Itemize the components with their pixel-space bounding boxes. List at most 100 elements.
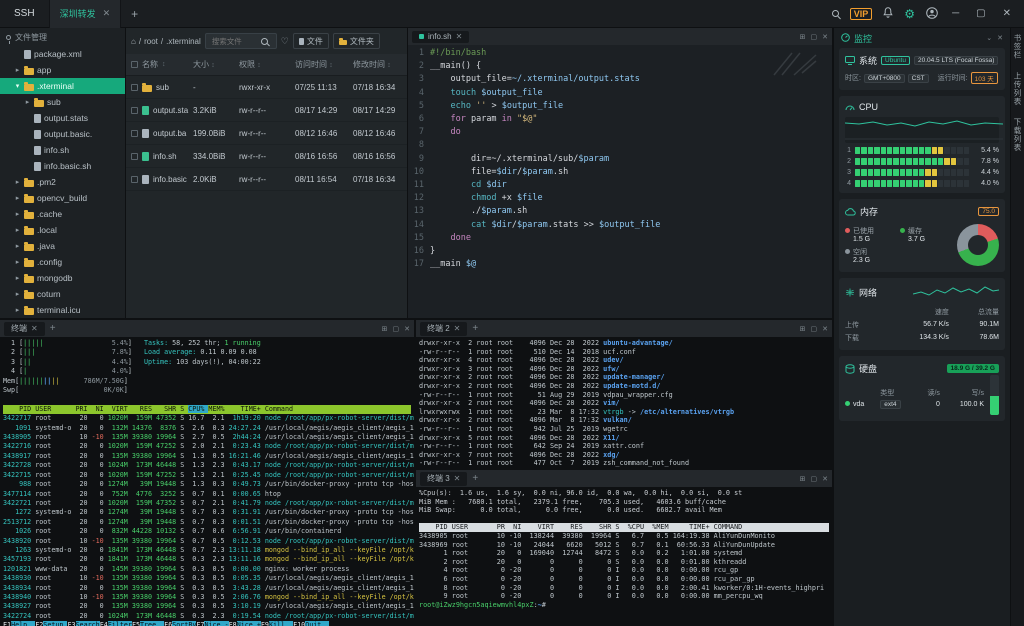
- side-tab-书签栏[interactable]: 书签栏: [1012, 34, 1023, 60]
- folder-icon: [24, 257, 34, 267]
- bell-icon[interactable]: [883, 7, 893, 20]
- tree-item-coturn[interactable]: ▸ coturn: [0, 286, 125, 302]
- user-avatar-icon[interactable]: [926, 6, 938, 21]
- breadcrumb-root[interactable]: root: [144, 37, 158, 46]
- close-panel-icon[interactable]: ✕: [404, 325, 410, 333]
- terminal-3-tab[interactable]: 终端 3 ✕: [420, 471, 468, 486]
- terminal-2-tab[interactable]: 终端 2 ✕: [420, 321, 468, 336]
- pin-icon[interactable]: [6, 34, 11, 44]
- gear-icon[interactable]: ⚙: [904, 8, 915, 20]
- sort-icon[interactable]: ↕: [162, 61, 166, 68]
- code-area[interactable]: #!/bin/bash __main() { output_file=~/.xte…: [430, 47, 832, 318]
- file-gray-icon: [142, 174, 149, 184]
- home-icon[interactable]: ⌂: [131, 37, 136, 46]
- new-terminal-button[interactable]: +: [472, 473, 478, 484]
- tree-item-.java[interactable]: ▸ .java: [0, 238, 125, 254]
- code-editor[interactable]: 1 2 3 4 5 6 7 8 9 10 11 12 13 14 15 16 17 #!/bin/bash __m…: [408, 45, 832, 318]
- close-tab-icon[interactable]: ✕: [454, 474, 461, 483]
- file-icon: [34, 161, 41, 171]
- fm-row-info.basic[interactable]: info.basic 2.0KiB rw-r--r-- 08/11 16:54 07/1…: [126, 168, 407, 191]
- file-tree-list[interactable]: package.xml ▸ app ▾ .xterminal ▸ sub output.sta…: [0, 46, 125, 318]
- maximize-panel-icon[interactable]: ▢: [811, 475, 818, 483]
- search-input[interactable]: [209, 35, 258, 47]
- sort-icon[interactable]: ↕: [257, 62, 261, 69]
- disk-usage-badge: 18.9 G / 39.2 G: [946, 364, 999, 373]
- tree-item-info.sh[interactable]: info.sh: [0, 142, 125, 158]
- tree-item-package.xml[interactable]: package.xml: [0, 46, 125, 62]
- close-tab-icon[interactable]: ✕: [103, 8, 111, 19]
- tree-item-.xterminal[interactable]: ▾ .xterminal: [0, 78, 125, 94]
- new-session-button[interactable]: +: [121, 7, 148, 21]
- tree-item-opencv_build[interactable]: ▸ opencv_build: [0, 190, 125, 206]
- titlebar: SSH 深圳转发 ✕ + VIP ⚙ ─ ▢ ✕: [0, 0, 1024, 28]
- split-icon[interactable]: ⊞: [382, 325, 388, 333]
- maximize-panel-icon[interactable]: ▢: [811, 325, 818, 333]
- minimize-button[interactable]: ─: [949, 8, 962, 19]
- split-icon[interactable]: ⊞: [800, 33, 806, 41]
- tree-item-.cache[interactable]: ▸ .cache: [0, 206, 125, 222]
- sort-icon[interactable]: ↕: [387, 62, 391, 69]
- select-all-checkbox[interactable]: [131, 61, 138, 68]
- system-icon: [845, 56, 855, 65]
- tree-item-mongodb[interactable]: ▸ mongodb: [0, 270, 125, 286]
- new-terminal-button[interactable]: +: [50, 323, 56, 334]
- fm-row-sub[interactable]: sub - rwxr-xr-x 07/25 11:13 07/18 16:34: [126, 76, 407, 99]
- cpu-history-chart: [844, 117, 1004, 143]
- collapse-icon[interactable]: ⌄: [986, 34, 992, 42]
- split-icon[interactable]: ⊞: [800, 325, 806, 333]
- close-tab-icon[interactable]: ✕: [456, 32, 463, 41]
- fm-table-header[interactable]: 名称 ↕ 大小 ↕ 权限 ↕ 访问时间 ↕ 修改时间 ↕: [126, 54, 407, 76]
- close-panel-icon[interactable]: ✕: [997, 34, 1003, 42]
- file-icon: [34, 145, 41, 155]
- tree-item-output.stats[interactable]: output.stats: [0, 110, 125, 126]
- new-file-button[interactable]: 文件: [292, 33, 329, 49]
- fm-row-info.sh[interactable]: info.sh 334.0BiB rw-r--r-- 08/16 16:56 08/16…: [126, 145, 407, 168]
- monitor-title: 监控: [854, 33, 873, 44]
- file-search-box[interactable]: [204, 33, 277, 49]
- tree-item-terminal.icu[interactable]: ▸ terminal.icu: [0, 302, 125, 318]
- side-tab-下载列表[interactable]: 下载列表: [1012, 118, 1023, 152]
- close-window-button[interactable]: ✕: [1000, 8, 1014, 19]
- tree-item-.config[interactable]: ▸ .config: [0, 254, 125, 270]
- tree-item-.pm2[interactable]: ▸ .pm2: [0, 174, 125, 190]
- close-tab-icon[interactable]: ✕: [454, 324, 461, 333]
- session-tab[interactable]: 深圳转发 ✕: [48, 0, 122, 28]
- terminal-3-output[interactable]: %Cpu(s): 1.6 us, 1.6 sy, 0.0 ni, 96.0 id…: [416, 487, 832, 626]
- terminal-1-output[interactable]: 1 [||||| 5.4%] Tasks: 58, 252 thr; 1 run…: [0, 337, 414, 626]
- tree-item-sub[interactable]: ▸ sub: [0, 94, 125, 110]
- vip-badge[interactable]: VIP: [849, 7, 873, 20]
- split-icon[interactable]: ⊞: [800, 475, 806, 483]
- side-tab-上传列表[interactable]: 上传列表: [1012, 72, 1023, 106]
- favorite-icon[interactable]: ♡: [281, 36, 289, 47]
- new-folder-button[interactable]: 文件夹: [332, 33, 380, 49]
- network-row-upload: 上传 56.7 K/s 90.1M: [845, 321, 999, 329]
- close-panel-icon[interactable]: ✕: [822, 475, 828, 483]
- close-tab-icon[interactable]: ✕: [31, 324, 38, 333]
- breadcrumb[interactable]: ⌂ / root / .xterminal: [131, 37, 201, 46]
- tree-item-info.basic.sh[interactable]: info.basic.sh: [0, 158, 125, 174]
- maximize-panel-icon[interactable]: ▢: [811, 33, 818, 41]
- file-icon: [24, 49, 31, 59]
- close-panel-icon[interactable]: ✕: [822, 33, 828, 41]
- row-checkbox: [131, 175, 138, 183]
- editor-tab-info-sh[interactable]: info.sh ✕: [412, 30, 470, 43]
- row-checkbox: [131, 106, 138, 114]
- sort-icon[interactable]: ↕: [329, 62, 333, 69]
- close-panel-icon[interactable]: ✕: [822, 325, 828, 333]
- sort-icon[interactable]: ↕: [211, 62, 215, 69]
- terminal-1-tab[interactable]: 终端 ✕: [4, 321, 45, 336]
- breadcrumb-dir[interactable]: .xterminal: [166, 37, 201, 46]
- maximize-panel-icon[interactable]: ▢: [393, 325, 400, 333]
- tree-item-output.basic.[interactable]: output.basic.: [0, 126, 125, 142]
- cpu-core-bar: [855, 180, 970, 187]
- terminal-2-output[interactable]: drwxr-xr-x 2 root root 4096 Dec 28 2022 …: [416, 337, 832, 468]
- tree-item-app[interactable]: ▸ app: [0, 62, 125, 78]
- chevron-icon: ▸: [15, 307, 20, 314]
- new-terminal-button[interactable]: +: [472, 323, 478, 334]
- search-icon[interactable]: [260, 37, 268, 45]
- fm-row-output.sta[interactable]: output.sta 3.2KiB rw-r--r-- 08/17 14:29 08/1…: [126, 99, 407, 122]
- tree-item-.local[interactable]: ▸ .local: [0, 222, 125, 238]
- fm-row-output.ba[interactable]: output.ba 199.0BiB rw-r--r-- 08/12 16:46 08/…: [126, 122, 407, 145]
- search-icon[interactable]: [831, 10, 839, 17]
- maximize-button[interactable]: ▢: [973, 8, 988, 19]
